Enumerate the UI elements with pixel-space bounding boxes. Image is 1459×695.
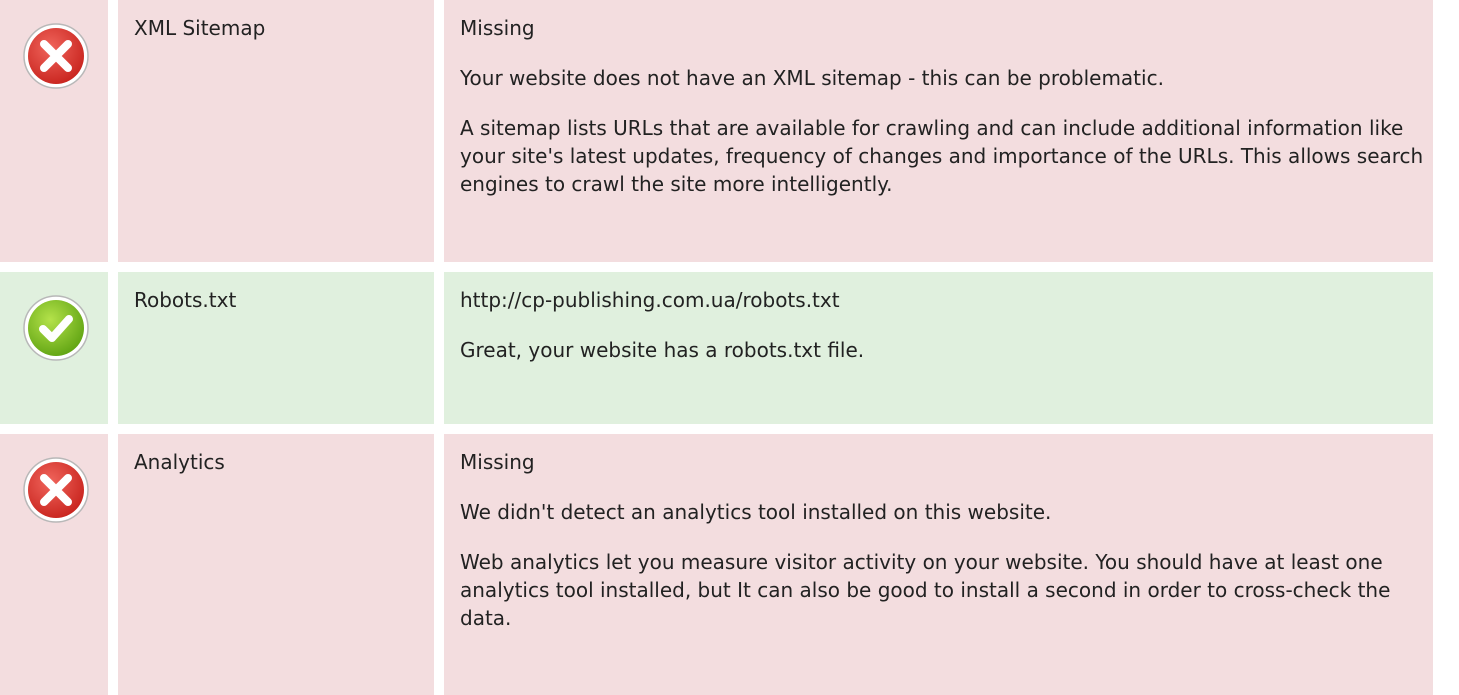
- row-label: XML Sitemap: [134, 16, 266, 40]
- row-description: Great, your website has a robots.txt fil…: [460, 338, 865, 362]
- row-explanation: A sitemap lists URLs that are available …: [460, 116, 1424, 196]
- status-icon-cell: [0, 0, 108, 262]
- row-label-cell: XML Sitemap: [118, 0, 434, 262]
- row-description: We didn't detect an analytics tool insta…: [460, 500, 1052, 524]
- report-row-robots-txt: Robots.txt http://cp-publishing.com.ua/r…: [0, 272, 1433, 424]
- error-x-icon: [23, 457, 89, 523]
- robots-txt-link[interactable]: http://cp-publishing.com.ua/robots.txt: [460, 286, 1433, 314]
- error-x-icon: [23, 23, 89, 89]
- status-icon-cell: [0, 434, 108, 695]
- row-content-cell: http://cp-publishing.com.ua/robots.txt G…: [444, 272, 1433, 424]
- row-label: Robots.txt: [134, 288, 237, 312]
- report-row-analytics: Analytics Missing We didn't detect an an…: [0, 434, 1433, 695]
- success-check-icon: [23, 295, 89, 361]
- status-icon-cell: [0, 272, 108, 424]
- row-description: Your website does not have an XML sitema…: [460, 66, 1164, 90]
- row-content-cell: Missing We didn't detect an analytics to…: [444, 434, 1433, 695]
- row-label-cell: Analytics: [118, 434, 434, 695]
- row-explanation: Web analytics let you measure visitor ac…: [460, 550, 1391, 630]
- row-label: Analytics: [134, 450, 225, 474]
- row-status-value: Missing: [460, 450, 535, 474]
- report-row-xml-sitemap: XML Sitemap Missing Your website does no…: [0, 0, 1433, 262]
- row-content-cell: Missing Your website does not have an XM…: [444, 0, 1433, 262]
- row-status-value: Missing: [460, 16, 535, 40]
- row-label-cell: Robots.txt: [118, 272, 434, 424]
- seo-report: XML Sitemap Missing Your website does no…: [0, 0, 1459, 695]
